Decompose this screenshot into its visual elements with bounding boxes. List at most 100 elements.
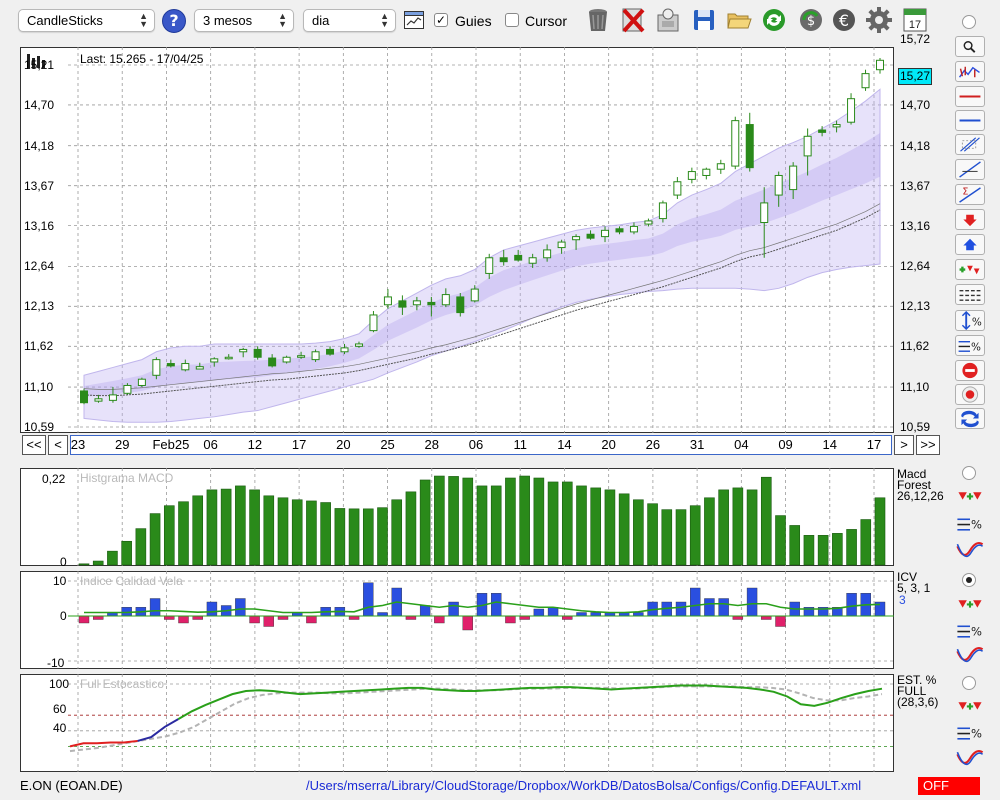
candle-body[interactable] <box>658 202 667 220</box>
trend-channel-button[interactable] <box>955 134 985 155</box>
candle-body[interactable] <box>760 202 769 223</box>
candle-body[interactable] <box>876 59 884 71</box>
candle-body[interactable] <box>499 257 508 263</box>
candle-body[interactable] <box>557 241 566 249</box>
grid-lines-button[interactable] <box>955 284 985 305</box>
nav-last-button[interactable]: >> <box>916 435 940 455</box>
cursor-checkbox[interactable] <box>505 13 519 27</box>
percent-range-button[interactable]: % <box>955 310 985 331</box>
candle-body[interactable] <box>543 249 552 259</box>
overlay-indicator-button[interactable] <box>955 61 985 82</box>
candle-body[interactable] <box>861 73 870 89</box>
nav-first-button[interactable]: << <box>22 435 46 455</box>
swap-button[interactable] <box>955 408 985 429</box>
fibonacci-button[interactable]: Σ <box>955 184 985 205</box>
candle-body[interactable] <box>702 168 711 176</box>
disk-clear-icon[interactable] <box>654 6 682 34</box>
candle-body[interactable] <box>340 347 349 353</box>
candle-body[interactable] <box>108 394 117 401</box>
open-folder-icon[interactable] <box>725 6 753 34</box>
candle-body[interactable] <box>470 288 479 302</box>
sell-arrow-button[interactable] <box>955 209 985 230</box>
blue-line-button[interactable] <box>955 110 985 131</box>
signal-arrows-button[interactable] <box>955 487 985 508</box>
candle-body[interactable] <box>818 129 827 133</box>
no-entry-button[interactable] <box>955 360 985 381</box>
chart-type-select[interactable]: CandleSticks ▲ ▼ <box>18 9 155 32</box>
config-path-link[interactable]: /Users/mserra/Library/CloudStorage/Dropb… <box>306 778 861 793</box>
candle-body[interactable] <box>354 343 363 347</box>
bar-chart-window-icon[interactable] <box>403 9 425 31</box>
candle-body[interactable] <box>137 378 146 386</box>
nav-next-button[interactable]: > <box>894 435 914 455</box>
period-select[interactable]: 3 mesos ▲ ▼ <box>194 9 294 32</box>
stoch-pane-radio[interactable] <box>962 676 976 690</box>
calendar-icon[interactable]: 17 <box>901 6 929 34</box>
candle-body[interactable] <box>383 296 392 306</box>
guides-checkbox[interactable]: ✓ <box>434 13 448 27</box>
candle-body[interactable] <box>514 254 523 261</box>
save-icon[interactable] <box>690 6 718 34</box>
icv-pane-radio[interactable] <box>962 573 976 587</box>
candle-body[interactable] <box>369 314 378 332</box>
candle-body[interactable] <box>123 384 132 394</box>
percent-lines-button[interactable]: % <box>955 722 985 743</box>
help-button[interactable]: ? <box>162 9 186 33</box>
candle-body[interactable] <box>326 348 335 355</box>
trend-line-button[interactable] <box>955 159 985 180</box>
candle-body[interactable] <box>239 348 248 353</box>
candle-body[interactable] <box>253 348 262 358</box>
candlestick-chart[interactable] <box>20 47 894 433</box>
candle-body[interactable] <box>615 228 624 233</box>
oscillator-button[interactable] <box>955 645 985 666</box>
status-off-badge[interactable]: OFF <box>918 777 980 795</box>
candle-body[interactable] <box>282 356 291 363</box>
candle-body[interactable] <box>803 135 812 157</box>
zoom-button[interactable] <box>955 36 985 57</box>
candle-body[interactable] <box>297 355 306 358</box>
signal-arrows-button[interactable] <box>955 595 985 616</box>
candle-body[interactable] <box>586 233 595 239</box>
macd-pane-radio[interactable] <box>962 466 976 480</box>
candle-body[interactable] <box>441 294 450 306</box>
candle-body[interactable] <box>774 174 783 196</box>
candle-body[interactable] <box>268 357 277 367</box>
candle-body[interactable] <box>80 390 88 404</box>
candle-body[interactable] <box>687 171 696 180</box>
refresh-icon[interactable] <box>760 6 788 34</box>
interval-select[interactable]: dia ▲ ▼ <box>303 9 396 32</box>
signal-arrows-button[interactable] <box>955 697 985 718</box>
euro-icon[interactable]: € <box>830 6 858 34</box>
candle-body[interactable] <box>644 220 653 225</box>
candle-body[interactable] <box>456 296 465 314</box>
candle-body[interactable] <box>412 300 421 306</box>
candle-body[interactable] <box>572 236 581 241</box>
percent-lines-button[interactable]: % <box>955 335 985 356</box>
delete-icon[interactable] <box>619 6 647 34</box>
candle-body[interactable] <box>832 124 841 128</box>
candle-body[interactable] <box>673 181 682 196</box>
candle-body[interactable] <box>745 124 754 169</box>
candle-body[interactable] <box>210 358 219 363</box>
candle-body[interactable] <box>311 351 320 361</box>
candle-body[interactable] <box>485 257 494 274</box>
oscillator-button[interactable] <box>955 540 985 561</box>
record-button[interactable] <box>955 384 985 405</box>
oscillator-button[interactable] <box>955 748 985 769</box>
candle-body[interactable] <box>629 225 638 233</box>
percent-lines-button[interactable]: % <box>955 513 985 534</box>
candle-body[interactable] <box>166 363 175 367</box>
candle-body[interactable] <box>398 300 407 308</box>
trash-icon[interactable] <box>584 6 612 34</box>
candle-body[interactable] <box>731 120 740 167</box>
candle-body[interactable] <box>528 257 537 264</box>
buy-arrow-button[interactable] <box>955 234 985 255</box>
percent-lines-button[interactable]: % <box>955 620 985 641</box>
candle-body[interactable] <box>195 366 204 370</box>
candle-body[interactable] <box>94 398 103 402</box>
candle-body[interactable] <box>224 356 233 360</box>
refresh-dollar-icon[interactable]: $ <box>797 6 825 34</box>
red-line-button[interactable] <box>955 86 985 107</box>
candle-body[interactable] <box>847 98 856 123</box>
candle-body[interactable] <box>601 229 610 238</box>
